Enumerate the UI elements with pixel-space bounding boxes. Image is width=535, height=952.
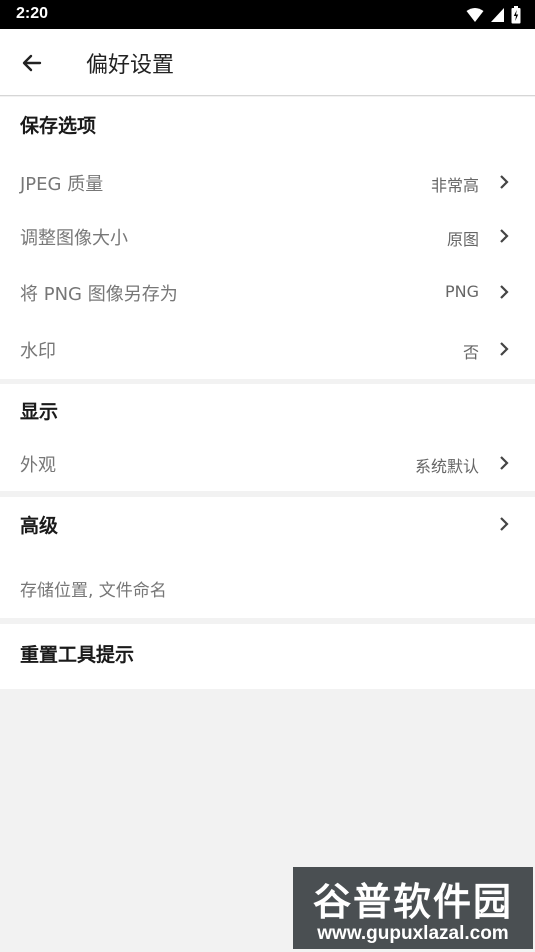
app-bar: 偏好设置	[0, 29, 535, 96]
chevron-right-icon	[500, 285, 509, 299]
watermark-value: 否	[462, 343, 479, 362]
display-section: 显示 外观 系统默认	[0, 384, 535, 491]
watermark-label: 水印	[20, 341, 56, 362]
resize-image-label: 调整图像大小	[20, 228, 128, 249]
wifi-icon	[466, 8, 484, 22]
status-icons	[466, 6, 521, 24]
site-watermark: 谷普软件园 www.gupuxlazal.com	[293, 867, 533, 949]
save-png-as-row[interactable]: 将 PNG 图像另存为 PNG	[0, 265, 535, 319]
save-options-section: 保存选项 JPEG 质量 非常高 调整图像大小 原图 将 PNG 图像另存为 P…	[0, 97, 535, 379]
advanced-section[interactable]: 高级 存储位置, 文件命名	[0, 497, 535, 618]
jpeg-quality-label: JPEG 质量	[20, 174, 104, 195]
appearance-row[interactable]: 外观 系统默认	[0, 436, 535, 490]
reset-tooltips-section[interactable]: 重置工具提示	[0, 624, 535, 689]
status-bar: 2:20	[0, 0, 535, 29]
jpeg-quality-row[interactable]: JPEG 质量 非常高	[0, 155, 535, 209]
chevron-right-icon	[500, 229, 509, 243]
resize-image-row[interactable]: 调整图像大小 原图	[0, 209, 535, 263]
advanced-subtitle: 存储位置, 文件命名	[20, 581, 167, 601]
appearance-value: 系统默认	[414, 457, 479, 476]
save-png-as-value: PNG	[444, 282, 479, 301]
jpeg-quality-value: 非常高	[430, 176, 479, 195]
page-title: 偏好设置	[86, 53, 175, 78]
status-time: 2:20	[16, 5, 49, 22]
save-png-as-label: 将 PNG 图像另存为	[20, 284, 178, 305]
watermark-row[interactable]: 水印 否	[0, 322, 535, 376]
save-options-header: 保存选项	[20, 115, 97, 137]
advanced-header: 高级	[20, 515, 59, 537]
chevron-right-icon	[500, 342, 509, 356]
appearance-label: 外观	[20, 455, 56, 476]
back-arrow-icon[interactable]	[18, 49, 46, 77]
battery-icon	[511, 6, 521, 24]
watermark-brand: 谷普软件园	[312, 880, 513, 924]
display-header: 显示	[20, 401, 59, 423]
chevron-right-icon	[500, 456, 509, 470]
chevron-right-icon	[500, 517, 509, 531]
cell-signal-icon	[491, 8, 504, 22]
watermark-url: www.gupuxlazal.com	[317, 923, 509, 944]
resize-image-value: 原图	[446, 230, 479, 249]
reset-tooltips-label: 重置工具提示	[20, 644, 135, 666]
chevron-right-icon	[500, 175, 509, 189]
